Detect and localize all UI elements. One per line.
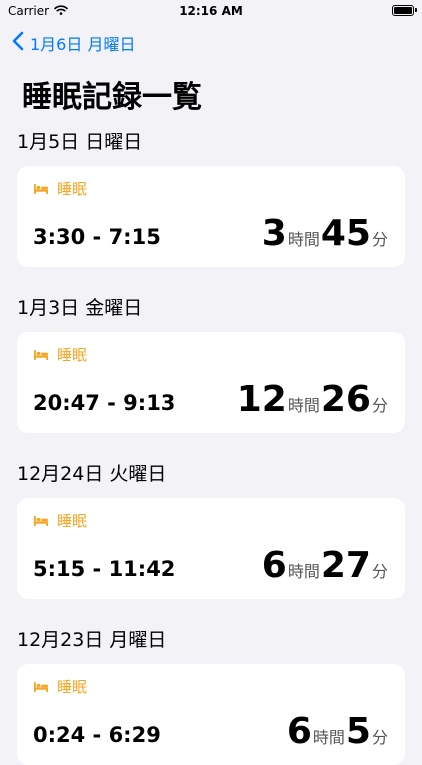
battery-icon — [392, 5, 417, 16]
sleep-time-range: 3:30 - 7:15 — [33, 225, 161, 249]
duration-hours: 3 — [261, 213, 287, 254]
section-header: 12月23日 月曜日 — [17, 629, 167, 651]
duration-minutes-unit: 分 — [371, 562, 388, 581]
duration-hours: 12 — [236, 379, 287, 420]
sleep-record-card[interactable]: 睡眠 3:30 - 7:15 3 時間 45 分 — [17, 166, 405, 267]
duration-minutes: 27 — [320, 545, 371, 586]
sleep-label: 睡眠 — [33, 344, 87, 365]
duration-minutes: 26 — [320, 379, 371, 420]
status-time: 12:16 AM — [179, 4, 243, 18]
section-header: 1月5日 日曜日 — [17, 131, 143, 153]
sleep-label-text: 睡眠 — [57, 180, 88, 198]
duration-hours: 6 — [286, 711, 312, 752]
sleep-label: 睡眠 — [33, 178, 87, 199]
chevron-left-icon — [12, 31, 24, 55]
section-header: 1月3日 金曜日 — [17, 297, 143, 319]
back-button[interactable]: 1月6日 月曜日 — [12, 31, 135, 55]
back-button-label: 1月6日 月曜日 — [30, 35, 136, 54]
page-title: 睡眠記録一覧 — [22, 80, 202, 115]
sleep-time-range: 20:47 - 9:13 — [33, 391, 176, 415]
section-header: 12月24日 火曜日 — [17, 463, 167, 485]
bed-icon — [33, 183, 49, 195]
sleep-duration: 3 時間 45 分 — [262, 212, 389, 256]
bed-icon — [33, 515, 49, 527]
sleep-duration: 6 時間 5 分 — [287, 710, 389, 754]
duration-hours-unit: 時間 — [287, 562, 320, 581]
sleep-label-text: 睡眠 — [57, 512, 88, 530]
bed-icon — [33, 681, 49, 693]
sleep-record-card[interactable]: 睡眠 5:15 - 11:42 6 時間 27 分 — [17, 498, 405, 599]
duration-minutes-unit: 分 — [371, 396, 388, 415]
sleep-time-range: 0:24 - 6:29 — [33, 723, 161, 747]
duration-hours-unit: 時間 — [312, 728, 345, 747]
sleep-label-text: 睡眠 — [57, 346, 88, 364]
duration-hours-unit: 時間 — [287, 396, 320, 415]
duration-minutes-unit: 分 — [371, 230, 388, 249]
sleep-label-text: 睡眠 — [57, 678, 88, 696]
sleep-record-card[interactable]: 睡眠 20:47 - 9:13 12 時間 26 分 — [17, 332, 405, 433]
sleep-time-range: 5:15 - 11:42 — [33, 557, 176, 581]
duration-minutes: 45 — [320, 213, 371, 254]
sleep-duration: 12 時間 26 分 — [237, 378, 389, 422]
duration-minutes: 5 — [345, 711, 371, 752]
duration-hours-unit: 時間 — [287, 230, 320, 249]
duration-hours: 6 — [261, 545, 287, 586]
sleep-label: 睡眠 — [33, 676, 87, 697]
sleep-duration: 6 時間 27 分 — [262, 544, 389, 588]
status-bar: Carrier 12:16 AM — [0, 0, 422, 24]
duration-minutes-unit: 分 — [371, 728, 388, 747]
bed-icon — [33, 349, 49, 361]
sleep-label: 睡眠 — [33, 510, 87, 531]
